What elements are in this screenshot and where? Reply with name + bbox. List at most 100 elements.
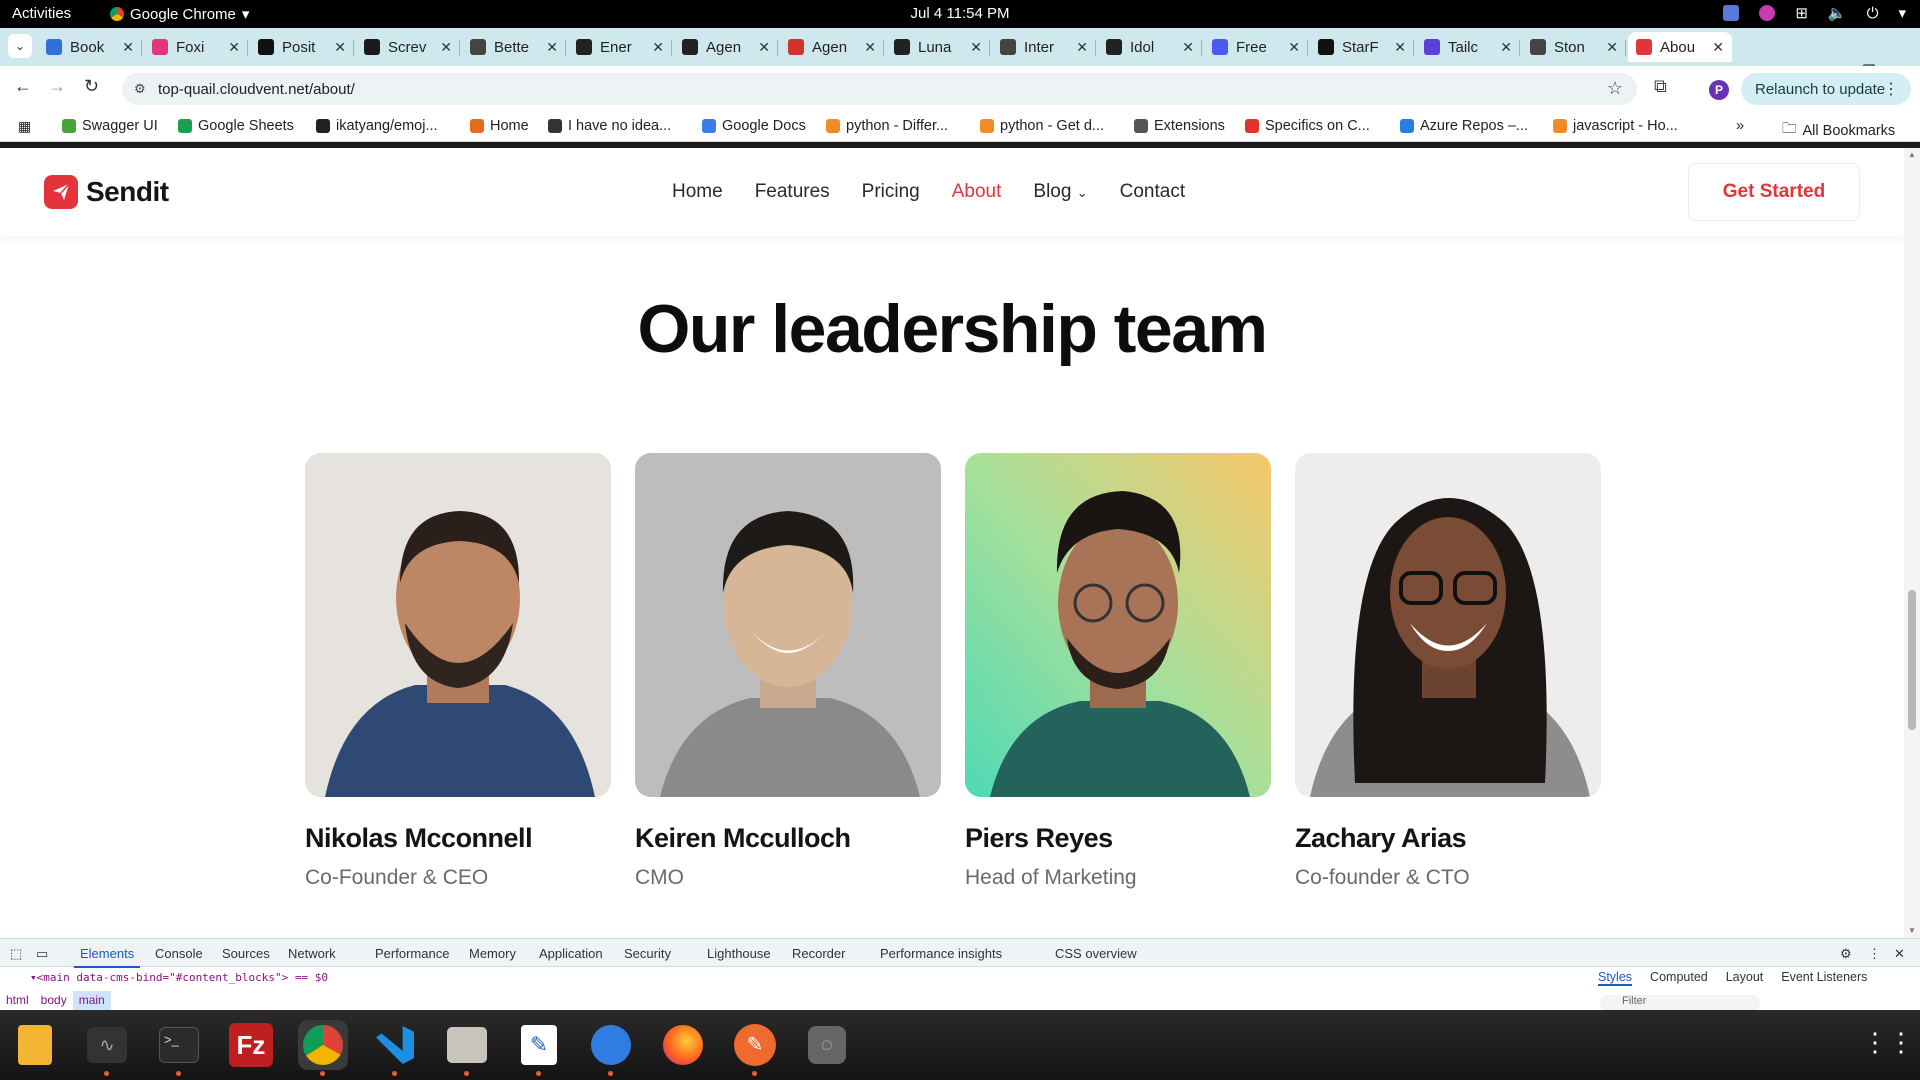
devtools-tab-application[interactable]: Application bbox=[539, 946, 603, 961]
devtools-tab-console[interactable]: Console bbox=[155, 946, 203, 961]
tab-styles[interactable]: Styles bbox=[1598, 970, 1633, 986]
tab-close-icon[interactable]: ✕ bbox=[652, 39, 664, 56]
extensions-icon[interactable]: ⧉ bbox=[1654, 76, 1667, 97]
tab-close-icon[interactable]: ✕ bbox=[228, 39, 240, 56]
nav-about[interactable]: About bbox=[952, 181, 1002, 203]
scrollbar-thumb[interactable] bbox=[1908, 590, 1916, 730]
forward-icon[interactable]: → bbox=[48, 76, 66, 97]
tab-close-icon[interactable]: ✕ bbox=[1712, 39, 1724, 56]
browser-tab[interactable]: Bette ✕ bbox=[462, 32, 566, 62]
nav-features[interactable]: Features bbox=[755, 181, 830, 203]
browser-tab[interactable]: Agen ✕ bbox=[780, 32, 884, 62]
volume-icon[interactable]: 🔈 bbox=[1828, 4, 1847, 22]
more-bookmarks-icon[interactable]: » bbox=[1736, 118, 1744, 134]
devtools-close-icon[interactable]: ✕ bbox=[1894, 946, 1905, 962]
tab-close-icon[interactable]: ✕ bbox=[970, 39, 982, 56]
browser-tab[interactable]: Ener ✕ bbox=[568, 32, 672, 62]
bookmark-item[interactable]: Google Docs bbox=[702, 118, 806, 134]
tab-close-icon[interactable]: ✕ bbox=[1182, 39, 1194, 56]
files-app-icon[interactable] bbox=[442, 1020, 492, 1076]
app-icon[interactable]: ◌ bbox=[802, 1020, 852, 1070]
thunderbird-app-icon[interactable] bbox=[586, 1020, 636, 1076]
browser-tab[interactable]: Posit ✕ bbox=[250, 32, 354, 62]
back-icon[interactable]: ← bbox=[14, 76, 32, 97]
site-logo[interactable]: Sendit bbox=[44, 175, 169, 209]
nav-contact[interactable]: Contact bbox=[1120, 181, 1185, 203]
tab-close-icon[interactable]: ✕ bbox=[334, 39, 346, 56]
tab-search-button[interactable]: ⌄ bbox=[8, 34, 32, 58]
crumb-body[interactable]: body bbox=[35, 991, 73, 1011]
all-bookmarks-folder[interactable]: 🗀 All Bookmarks bbox=[1782, 118, 1895, 143]
browser-tab[interactable]: Inter ✕ bbox=[992, 32, 1096, 62]
nav-pricing[interactable]: Pricing bbox=[862, 181, 920, 203]
devtools-tab-css-overview[interactable]: CSS overview bbox=[1055, 946, 1137, 961]
chrome-app-icon[interactable] bbox=[298, 1020, 348, 1076]
bookmark-item[interactable]: Google Sheets bbox=[178, 118, 294, 134]
settings-gear-icon[interactable]: ⚙ bbox=[1840, 946, 1852, 962]
reload-icon[interactable]: ↻ bbox=[84, 76, 99, 97]
bookmark-item[interactable]: Swagger UI bbox=[62, 118, 158, 134]
scroll-down-icon[interactable]: ▼ bbox=[1908, 926, 1916, 935]
url-text[interactable]: top-quail.cloudvent.net/about/ bbox=[158, 81, 355, 98]
browser-tab[interactable]: Free ✕ bbox=[1204, 32, 1308, 62]
browser-tab[interactable]: Idol ✕ bbox=[1098, 32, 1202, 62]
devtools-tab-security[interactable]: Security bbox=[624, 946, 671, 961]
dom-tree-selected-node[interactable]: ▾<main data-cms-bind="#content_blocks"> … bbox=[30, 971, 328, 984]
scroll-up-icon[interactable]: ▲ bbox=[1908, 150, 1916, 159]
bookmark-item[interactable]: I have no idea... bbox=[548, 118, 671, 134]
browser-tab[interactable]: Agen ✕ bbox=[674, 32, 778, 62]
clock[interactable]: Jul 4 11:54 PM bbox=[911, 5, 1010, 22]
tab-close-icon[interactable]: ✕ bbox=[440, 39, 452, 56]
notes-app-icon[interactable]: ✎ bbox=[514, 1020, 564, 1076]
tab-close-icon[interactable]: ✕ bbox=[1606, 39, 1618, 56]
bookmark-item[interactable]: python - Differ... bbox=[826, 118, 948, 134]
activities-button[interactable]: Activities bbox=[12, 5, 71, 22]
devtools-tab-sources[interactable]: Sources bbox=[222, 946, 270, 961]
tab-event-listeners[interactable]: Event Listeners bbox=[1781, 970, 1867, 986]
device-toggle-icon[interactable]: ▭ bbox=[36, 946, 48, 962]
bookmark-item[interactable]: Specifics on C... bbox=[1245, 118, 1370, 134]
tab-computed[interactable]: Computed bbox=[1650, 970, 1708, 986]
bookmark-item[interactable]: Home bbox=[470, 118, 529, 134]
tab-close-icon[interactable]: ✕ bbox=[546, 39, 558, 56]
tab-close-icon[interactable]: ✕ bbox=[1500, 39, 1512, 56]
network-icon[interactable]: ⊞ bbox=[1795, 4, 1808, 22]
crumb-html[interactable]: html bbox=[0, 991, 35, 1011]
text-editor-app-icon[interactable] bbox=[10, 1020, 60, 1070]
inspect-icon[interactable]: ⬚ bbox=[10, 946, 22, 962]
devtools-tab-performance[interactable]: Performance bbox=[375, 946, 449, 961]
app-menu[interactable]: Google Chrome ▾ bbox=[110, 5, 249, 23]
browser-tab[interactable]: StarF ✕ bbox=[1310, 32, 1414, 62]
bookmark-item[interactable]: javascript - Ho... bbox=[1553, 118, 1678, 134]
browser-tab[interactable]: Abou ✕ bbox=[1628, 32, 1732, 62]
system-tray[interactable]: ⊞ 🔈 ⏻ ▾ bbox=[1723, 4, 1906, 22]
vscode-app-icon[interactable] bbox=[370, 1020, 420, 1076]
power-icon[interactable]: ⏻ bbox=[1867, 5, 1879, 22]
devtools-tab-elements[interactable]: Elements bbox=[73, 946, 141, 968]
system-monitor-app-icon[interactable]: ∿ bbox=[82, 1020, 132, 1076]
bookmark-item[interactable]: ikatyang/emoj... bbox=[316, 118, 438, 134]
get-started-button[interactable]: Get Started bbox=[1688, 163, 1860, 221]
bookmark-star-icon[interactable]: ☆ bbox=[1607, 78, 1623, 99]
crumb-main[interactable]: main bbox=[72, 991, 111, 1011]
browser-tab[interactable]: Tailc ✕ bbox=[1416, 32, 1520, 62]
browser-tab[interactable]: Foxi ✕ bbox=[144, 32, 248, 62]
app-indicator-icon[interactable] bbox=[1759, 5, 1776, 21]
tray-menu-icon[interactable]: ▾ bbox=[1898, 4, 1906, 22]
styles-filter-input[interactable]: Filter bbox=[1600, 995, 1760, 1011]
devtools-tab-performance-insights[interactable]: Performance insights bbox=[880, 946, 1002, 961]
filezilla-app-icon[interactable]: Fz bbox=[226, 1020, 276, 1070]
devtools-menu-icon[interactable]: ⋮ bbox=[1868, 946, 1881, 962]
browser-tab[interactable]: Luna ✕ bbox=[886, 32, 990, 62]
relaunch-button[interactable]: Relaunch to update ⋮ bbox=[1741, 73, 1911, 105]
firefox-app-icon[interactable] bbox=[658, 1020, 708, 1070]
apps-grid-icon[interactable]: ▦ bbox=[18, 118, 31, 135]
tab-close-icon[interactable]: ✕ bbox=[864, 39, 876, 56]
devtools-tab-network[interactable]: Network bbox=[288, 946, 336, 961]
terminal-app-icon[interactable]: >_ bbox=[154, 1020, 204, 1076]
bookmark-item[interactable]: Azure Repos –... bbox=[1400, 118, 1528, 134]
devtools-tab-recorder[interactable]: Recorder bbox=[792, 946, 845, 961]
nav-blog[interactable]: Blog ⌄ bbox=[1033, 181, 1087, 203]
tab-close-icon[interactable]: ✕ bbox=[1076, 39, 1088, 56]
devtools-tab-memory[interactable]: Memory bbox=[469, 946, 516, 961]
